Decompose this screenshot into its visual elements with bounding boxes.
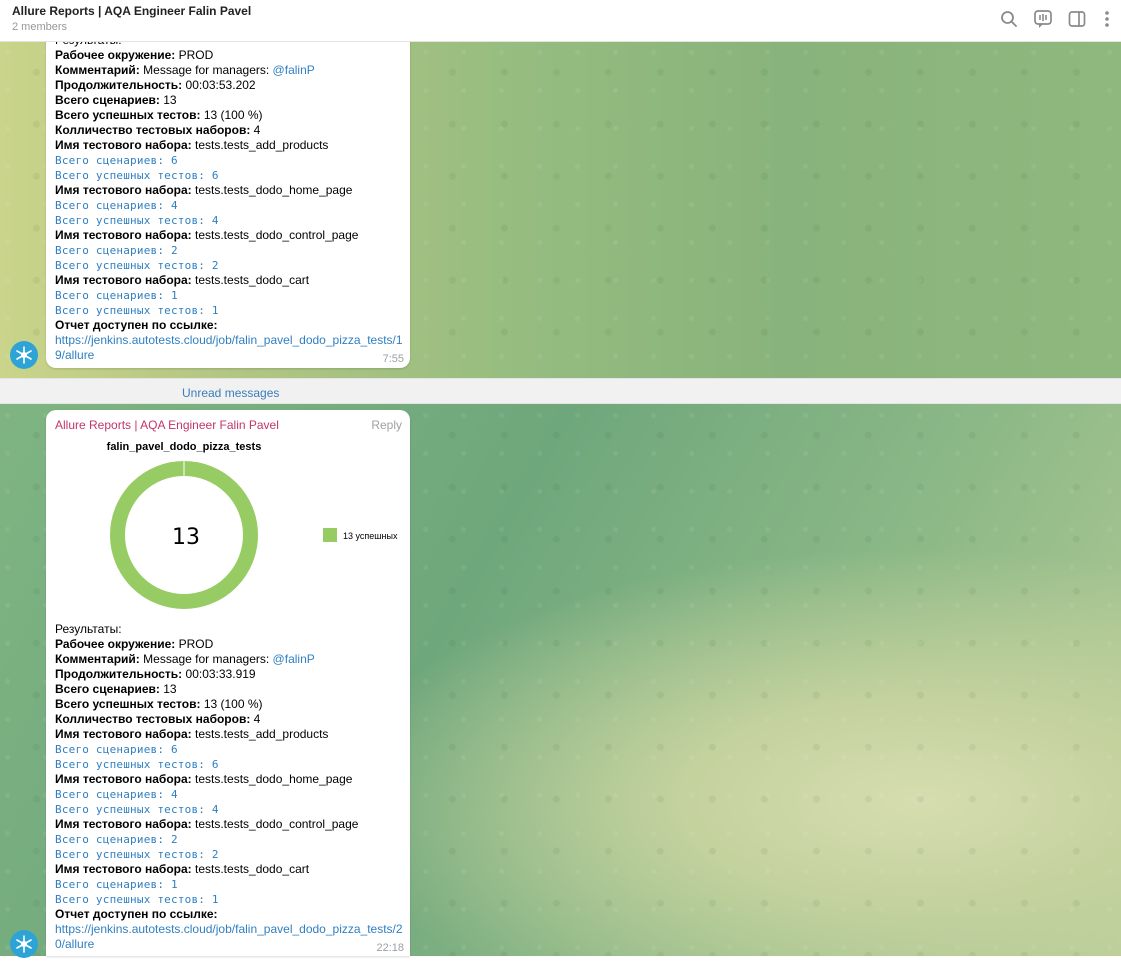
suite-passed-code[interactable]: Всего успешных тестов: 4 bbox=[55, 802, 219, 817]
suite-name-line: Имя тестового набора: tests.tests_dodo_h… bbox=[55, 183, 353, 197]
voice-chat-icon[interactable] bbox=[1033, 9, 1053, 29]
suite-total-code[interactable]: Всего сценариев: 4 bbox=[55, 198, 178, 213]
unread-divider: Unread messages bbox=[0, 378, 1121, 404]
report-link[interactable]: https://jenkins.autotests.cloud/job/fali… bbox=[55, 922, 403, 937]
report-link[interactable]: https://jenkins.autotests.cloud/job/fali… bbox=[55, 333, 403, 348]
message-time: 22:18 bbox=[376, 942, 404, 954]
members-count[interactable]: 2 members bbox=[12, 21, 67, 33]
comment-line: Комментарий: Message for managers: @fali… bbox=[55, 63, 315, 77]
more-vertical-icon[interactable] bbox=[1097, 9, 1117, 29]
suite-name-line: Имя тестового набора: tests.tests_dodo_c… bbox=[55, 862, 310, 876]
suite-total-code[interactable]: Всего сценариев: 1 bbox=[55, 288, 178, 303]
chart-center-label: 13 bbox=[172, 525, 200, 550]
legend-label: 13 успешных bbox=[343, 531, 398, 541]
env-line: Рабочее окружение: PROD bbox=[55, 637, 214, 651]
suites-count-line: Колличество тестовых наборов: 4 bbox=[55, 712, 261, 726]
suite-total-code[interactable]: Всего сценариев: 1 bbox=[55, 877, 178, 892]
suite-name-line: Имя тестового набора: tests.tests_dodo_c… bbox=[55, 273, 310, 287]
suite-total-code[interactable]: Всего сценариев: 2 bbox=[55, 243, 178, 258]
suite-total-code[interactable]: Всего сценариев: 4 bbox=[55, 787, 178, 802]
mention-link[interactable]: @falinP bbox=[273, 63, 315, 77]
suite-passed-code[interactable]: Всего успешных тестов: 6 bbox=[55, 757, 219, 772]
total-line: Всего сценариев: 13 bbox=[55, 93, 177, 107]
suite-name-line: Имя тестового набора: tests.tests_dodo_h… bbox=[55, 772, 353, 786]
bot-avatar-icon[interactable] bbox=[10, 341, 38, 369]
search-icon[interactable] bbox=[999, 9, 1019, 29]
suite-total-code[interactable]: Всего сценариев: 6 bbox=[55, 742, 178, 757]
chat-title[interactable]: Allure Reports | AQA Engineer Falin Pave… bbox=[12, 4, 251, 18]
donut-chart: falin_pavel_dodo_pizza_tests 13 13 успеш… bbox=[107, 441, 398, 609]
sidebar-toggle-icon[interactable] bbox=[1067, 9, 1087, 29]
results-heading: Результаты: bbox=[55, 622, 122, 636]
reply-button[interactable]: Reply bbox=[371, 418, 402, 432]
env-line: Рабочее окружение: PROD bbox=[55, 48, 214, 62]
chart-title: falin_pavel_dodo_pizza_tests bbox=[107, 441, 262, 453]
report-link-continued[interactable]: 0/allure bbox=[55, 937, 94, 952]
report-label: Отчет доступен по ссылке: bbox=[55, 318, 218, 332]
passed-line: Всего успешных тестов: 13 (100 %) bbox=[55, 108, 263, 122]
suite-name-line: Имя тестового набора: tests.tests_add_pr… bbox=[55, 138, 329, 152]
suite-name-line: Имя тестового набора: tests.tests_add_pr… bbox=[55, 727, 329, 741]
suite-passed-code[interactable]: Всего успешных тестов: 1 bbox=[55, 892, 219, 907]
chart-legend: 13 успешных bbox=[323, 528, 398, 542]
suite-name-line: Имя тестового набора: tests.tests_dodo_c… bbox=[55, 817, 359, 831]
suite-passed-code[interactable]: Всего успешных тестов: 6 bbox=[55, 168, 219, 183]
legend-swatch bbox=[323, 528, 337, 542]
comment-line: Комментарий: Message for managers: @fali… bbox=[55, 652, 315, 666]
report-label: Отчет доступен по ссылке: bbox=[55, 907, 218, 921]
message-bubble[interactable]: Allure Reports | AQA Engineer Falin Pave… bbox=[46, 410, 410, 956]
suite-passed-code[interactable]: Всего успешных тестов: 2 bbox=[55, 847, 219, 862]
message-time: 7:55 bbox=[382, 353, 404, 365]
duration-line: Продолжительность: 00:03:33.919 bbox=[55, 667, 256, 681]
suite-total-code[interactable]: Всего сценариев: 2 bbox=[55, 832, 178, 847]
report-link-continued[interactable]: 9/allure bbox=[55, 348, 94, 363]
bot-avatar-icon[interactable] bbox=[10, 930, 38, 958]
suite-passed-code[interactable]: Всего успешных тестов: 4 bbox=[55, 213, 219, 228]
suites-count-line: Колличество тестовых наборов: 4 bbox=[55, 123, 261, 137]
duration-line: Продолжительность: 00:03:53.202 bbox=[55, 78, 256, 92]
message-bubble[interactable]: Результаты: Рабочее окружение: PROD Комм… bbox=[46, 22, 410, 368]
total-line: Всего сценариев: 13 bbox=[55, 682, 177, 696]
suite-passed-code[interactable]: Всего успешных тестов: 1 bbox=[55, 303, 219, 318]
suite-name-line: Имя тестового набора: tests.tests_dodo_c… bbox=[55, 228, 359, 242]
suite-passed-code[interactable]: Всего успешных тестов: 2 bbox=[55, 258, 219, 273]
sender-name[interactable]: Allure Reports | AQA Engineer Falin Pave… bbox=[55, 418, 279, 432]
chat-header: Allure Reports | AQA Engineer Falin Pave… bbox=[0, 0, 1121, 42]
passed-line: Всего успешных тестов: 13 (100 %) bbox=[55, 697, 263, 711]
suite-total-code[interactable]: Всего сценариев: 6 bbox=[55, 153, 178, 168]
mention-link[interactable]: @falinP bbox=[273, 652, 315, 666]
unread-label: Unread messages bbox=[182, 386, 280, 400]
